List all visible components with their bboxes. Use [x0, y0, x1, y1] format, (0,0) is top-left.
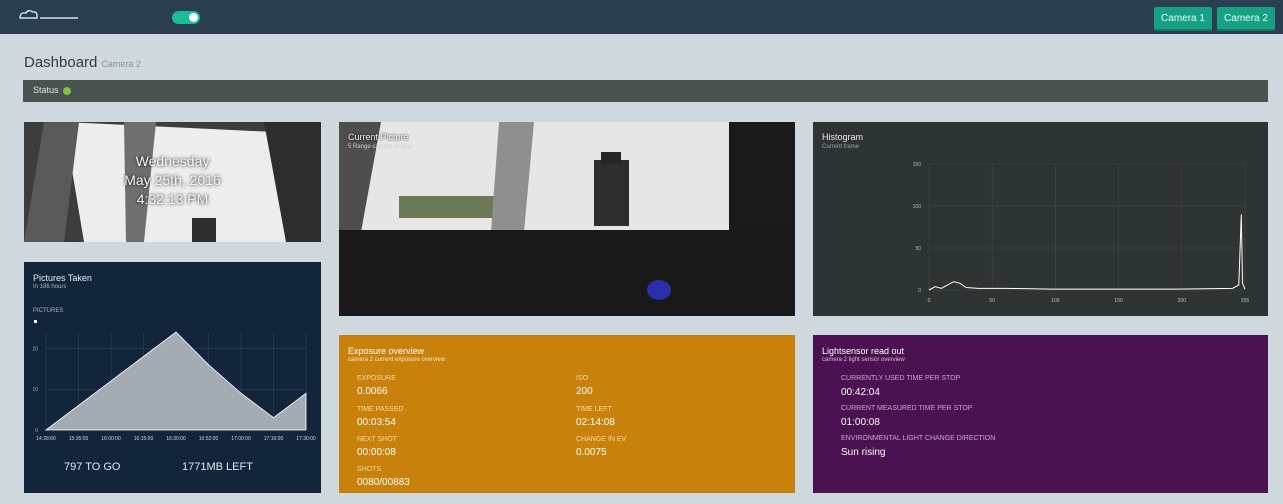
lightsensor-panel: Lightsensor read out camera 2 light sens… — [813, 335, 1268, 493]
change-in-ev-label: CHANGE IN EV — [576, 436, 627, 443]
current-picture-subtitle: 5 Range camera display — [348, 144, 413, 150]
lightsensor-subtitle: camera 2 light sensor overview — [822, 357, 905, 363]
current-picture-image — [339, 122, 795, 316]
iso-label: ISO — [576, 375, 589, 382]
next-shot-value: 00:00:08 — [357, 447, 396, 458]
histogram-y-tick: 150 — [913, 162, 922, 168]
pictures-area-chart: 0 10 20 14:28:00 15:35:00 16:00:00 16:15:00 16:… — [32, 331, 316, 442]
light-change-direction-label: ENVIRONMENTAL LIGHT CHANGE DIRECTION — [841, 435, 996, 442]
camera-2-button[interactable]: Camera 2 — [1217, 7, 1275, 31]
current-picture-title: Current Picture — [348, 132, 409, 142]
histogram-x-tick: 0 — [928, 298, 931, 304]
measured-time-per-stop-label: CURRENT MEASURED TIME PER STOP — [841, 405, 973, 412]
clock-day: Wednesday — [135, 153, 210, 169]
light-change-direction-value: Sun rising — [841, 447, 886, 458]
histogram-line-chart: 0 50 100 150 200 255 0 50 100 150 — [913, 162, 1250, 304]
used-time-per-stop-label: CURRENTLY USED TIME PER STOP — [841, 375, 961, 382]
time-left-value: 02:14:08 — [576, 417, 615, 428]
pictures-x-tick: 16:15:00 — [134, 436, 154, 442]
exposure-title: Exposure overview — [348, 346, 425, 356]
clock-panel: Wednesday May 25th, 2016 4:32:13 PM — [24, 122, 321, 242]
histogram-y-tick: 50 — [915, 246, 921, 252]
status-label: Status — [33, 85, 59, 95]
status-label-row: Status — [33, 85, 71, 95]
clock-time: 4:32:13 PM — [136, 191, 209, 207]
pictures-area-series — [44, 331, 307, 431]
histogram-x-tick: 200 — [1178, 298, 1187, 304]
histogram-panel: Histogram Current frame 0 50 100 150 200 255 0… — [813, 122, 1268, 316]
page-title-text: Dashboard — [24, 54, 98, 71]
exposure-label: EXPOSURE — [357, 375, 396, 382]
page-title: Dashboard Camera 2 — [24, 54, 141, 71]
histogram-x-tick: 100 — [1051, 298, 1060, 304]
pictures-x-tick: 16:52:00 — [199, 436, 219, 442]
pictures-x-tick: 14:28:00 — [36, 436, 56, 442]
exposure-value: 0.0066 — [357, 386, 388, 397]
disk-space-left: 1771MB LEFT — [182, 461, 253, 473]
pictures-x-tick: 17:16:00 — [264, 436, 284, 442]
pictures-taken-panel: Pictures Taken In 186 hours PICTURES 0 10… — [24, 262, 321, 493]
camera-toggle-switch[interactable] — [172, 11, 200, 24]
histogram-y-tick: 0 — [918, 288, 921, 294]
histogram-series-line — [928, 214, 1246, 291]
histogram-y-tick: 100 — [913, 204, 922, 210]
cloud-logo-icon[interactable] — [18, 9, 80, 23]
pictures-x-tick: 16:00:00 — [101, 436, 121, 442]
clock-text: Wednesday May 25th, 2016 4:32:13 PM — [24, 152, 321, 209]
time-passed-label: TIME PASSED — [357, 406, 404, 413]
pictures-x-tick: 17:00:00 — [231, 436, 251, 442]
pictures-x-tick: 17:30:00 — [296, 436, 316, 442]
pictures-y-tick: 20 — [32, 346, 38, 352]
page-subtitle: Camera 2 — [101, 59, 141, 69]
histogram-x-tick: 150 — [1114, 298, 1123, 304]
histogram-x-tick: 255 — [1241, 298, 1250, 304]
toggle-knob — [189, 13, 198, 22]
exposure-overview-panel: Exposure overview camera 2 current expos… — [339, 335, 795, 493]
iso-value: 200 — [576, 386, 593, 397]
measured-time-per-stop-value: 01:00:08 — [841, 417, 880, 428]
shots-value: 0080/00883 — [357, 477, 410, 488]
lightsensor-title: Lightsensor read out — [822, 346, 905, 356]
clock-date: May 25th, 2016 — [124, 172, 221, 188]
next-shot-label: NEXT SHOT — [357, 436, 397, 443]
pictures-remaining: 797 TO GO — [64, 461, 121, 473]
top-navbar: Camera 1 Camera 2 — [0, 0, 1283, 34]
pictures-x-tick: 16:30:00 — [166, 436, 186, 442]
camera-1-button[interactable]: Camera 1 — [1154, 7, 1212, 31]
shots-label: SHOTS — [357, 466, 382, 473]
pictures-y-tick: 10 — [32, 387, 38, 393]
change-in-ev-value: 0.0075 — [576, 447, 607, 458]
histogram-x-tick: 50 — [989, 298, 995, 304]
pictures-x-tick: 15:35:00 — [69, 436, 89, 442]
used-time-per-stop-value: 00:42:04 — [841, 387, 880, 398]
status-bar: Status — [23, 80, 1268, 102]
current-picture-panel: Current Picture 5 Range camera display — [339, 122, 795, 316]
pictures-y-tick: 0 — [35, 428, 38, 434]
status-ok-indicator — [62, 86, 71, 95]
exposure-subtitle: camera 2 current exposure overview — [348, 357, 446, 363]
time-passed-value: 00:03:54 — [357, 417, 396, 428]
time-left-label: TIME LEFT — [576, 406, 612, 413]
